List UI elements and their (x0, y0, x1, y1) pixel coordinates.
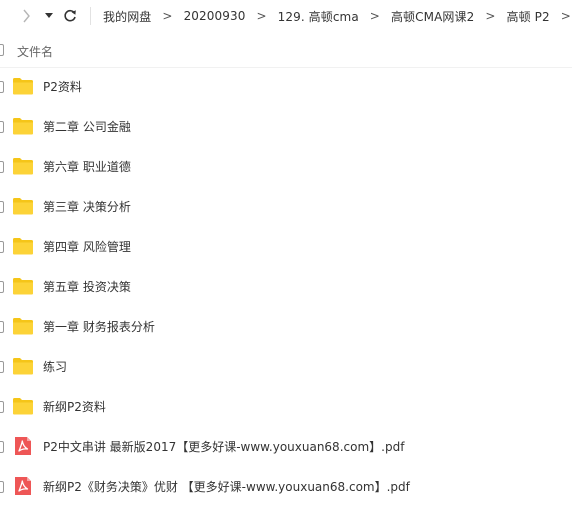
breadcrumb-separator[interactable]: > (370, 9, 380, 23)
folder-icon (13, 158, 33, 175)
breadcrumb: 我的网盘 >20200930 >129. 高顿cma > 高顿CMA网课2 > 高顿 P2 > (103, 7, 572, 25)
breadcrumb-item[interactable]: 129. 高顿cma (278, 8, 359, 25)
folder-name[interactable]: 第二章 公司金融 (43, 118, 131, 135)
pdf-icon (15, 437, 31, 455)
row-checkbox[interactable] (0, 241, 4, 253)
breadcrumb-item[interactable]: 高顿CMA网课2 (391, 8, 474, 25)
row-checkbox[interactable] (0, 321, 4, 333)
folder-name[interactable]: 第六章 职业道德 (43, 158, 131, 175)
row-checkbox[interactable] (0, 161, 4, 173)
toolbar-divider (90, 7, 91, 25)
breadcrumb-item[interactable]: 我的网盘 (103, 8, 151, 25)
refresh-button[interactable] (61, 5, 79, 27)
folder-icon (13, 118, 33, 135)
folder-icon (13, 198, 33, 215)
folder-row[interactable]: 第四章 风险管理 (0, 227, 572, 267)
folder-name[interactable]: 第四章 风险管理 (43, 238, 131, 255)
row-checkbox[interactable] (0, 281, 4, 293)
breadcrumb-item[interactable]: 高顿 P2 (507, 8, 550, 25)
row-checkbox[interactable] (0, 441, 4, 453)
breadcrumb-separator[interactable]: > (561, 9, 571, 23)
folder-name[interactable]: 第三章 决策分析 (43, 198, 131, 215)
folder-name[interactable]: P2资料 (43, 78, 82, 95)
select-all-checkbox[interactable] (0, 44, 4, 56)
file-row[interactable]: P2中文串讲 最新版2017【更多好课-www.youxuan68.com】.p… (0, 427, 572, 467)
file-name[interactable]: 新纲P2《财务决策》优财 【更多好课-www.youxuan68.com】.pd… (43, 478, 410, 495)
breadcrumb-item[interactable]: 20200930 (184, 9, 246, 23)
column-header-name[interactable]: 文件名 (17, 43, 53, 60)
row-checkbox[interactable] (0, 361, 4, 373)
toolbar: 我的网盘 >20200930 >129. 高顿cma > 高顿CMA网课2 > 高顿 P2 > (0, 0, 572, 34)
folder-icon (13, 278, 33, 295)
caret-down-icon (45, 13, 53, 18)
folder-icon (13, 238, 33, 255)
refresh-icon (64, 9, 76, 22)
folder-row[interactable]: P2资料 (0, 67, 572, 107)
chevron-right-icon (22, 9, 30, 23)
file-name[interactable]: P2中文串讲 最新版2017【更多好课-www.youxuan68.com】.p… (43, 438, 404, 455)
row-checkbox[interactable] (0, 81, 4, 93)
folder-row[interactable]: 练习 (0, 347, 572, 387)
breadcrumb-separator[interactable]: > (162, 9, 172, 23)
folder-name[interactable]: 练习 (43, 358, 67, 375)
folder-name[interactable]: 第一章 财务报表分析 (43, 318, 155, 335)
folder-row[interactable]: 第五章 投资决策 (0, 267, 572, 307)
folder-icon (13, 398, 33, 415)
row-checkbox[interactable] (0, 121, 4, 133)
folder-row[interactable]: 新纲P2资料 (0, 387, 572, 427)
folder-row[interactable]: 第六章 职业道德 (0, 147, 572, 187)
folder-row[interactable]: 第一章 财务报表分析 (0, 307, 572, 347)
folder-row[interactable]: 第三章 决策分析 (0, 187, 572, 227)
list-header: 文件名 (0, 34, 572, 68)
pdf-icon (15, 477, 31, 495)
folder-name[interactable]: 第五章 投资决策 (43, 278, 131, 295)
row-checkbox[interactable] (0, 201, 4, 213)
file-list: P2资料第二章 公司金融 第六章 职业道德 第三章 决策分析 第四章 风险管理 第五章 … (0, 67, 572, 507)
folder-name[interactable]: 新纲P2资料 (43, 398, 106, 415)
folder-row[interactable]: 第二章 公司金融 (0, 107, 572, 147)
row-checkbox[interactable] (0, 481, 4, 493)
history-dropdown-button[interactable] (43, 5, 55, 27)
folder-icon (13, 78, 33, 95)
folder-icon (13, 358, 33, 375)
breadcrumb-separator[interactable]: > (485, 9, 495, 23)
breadcrumb-separator[interactable]: > (256, 9, 266, 23)
folder-icon (13, 318, 33, 335)
file-row[interactable]: 新纲P2《财务决策》优财 【更多好课-www.youxuan68.com】.pd… (0, 467, 572, 507)
forward-button[interactable] (19, 5, 33, 27)
row-checkbox[interactable] (0, 401, 4, 413)
